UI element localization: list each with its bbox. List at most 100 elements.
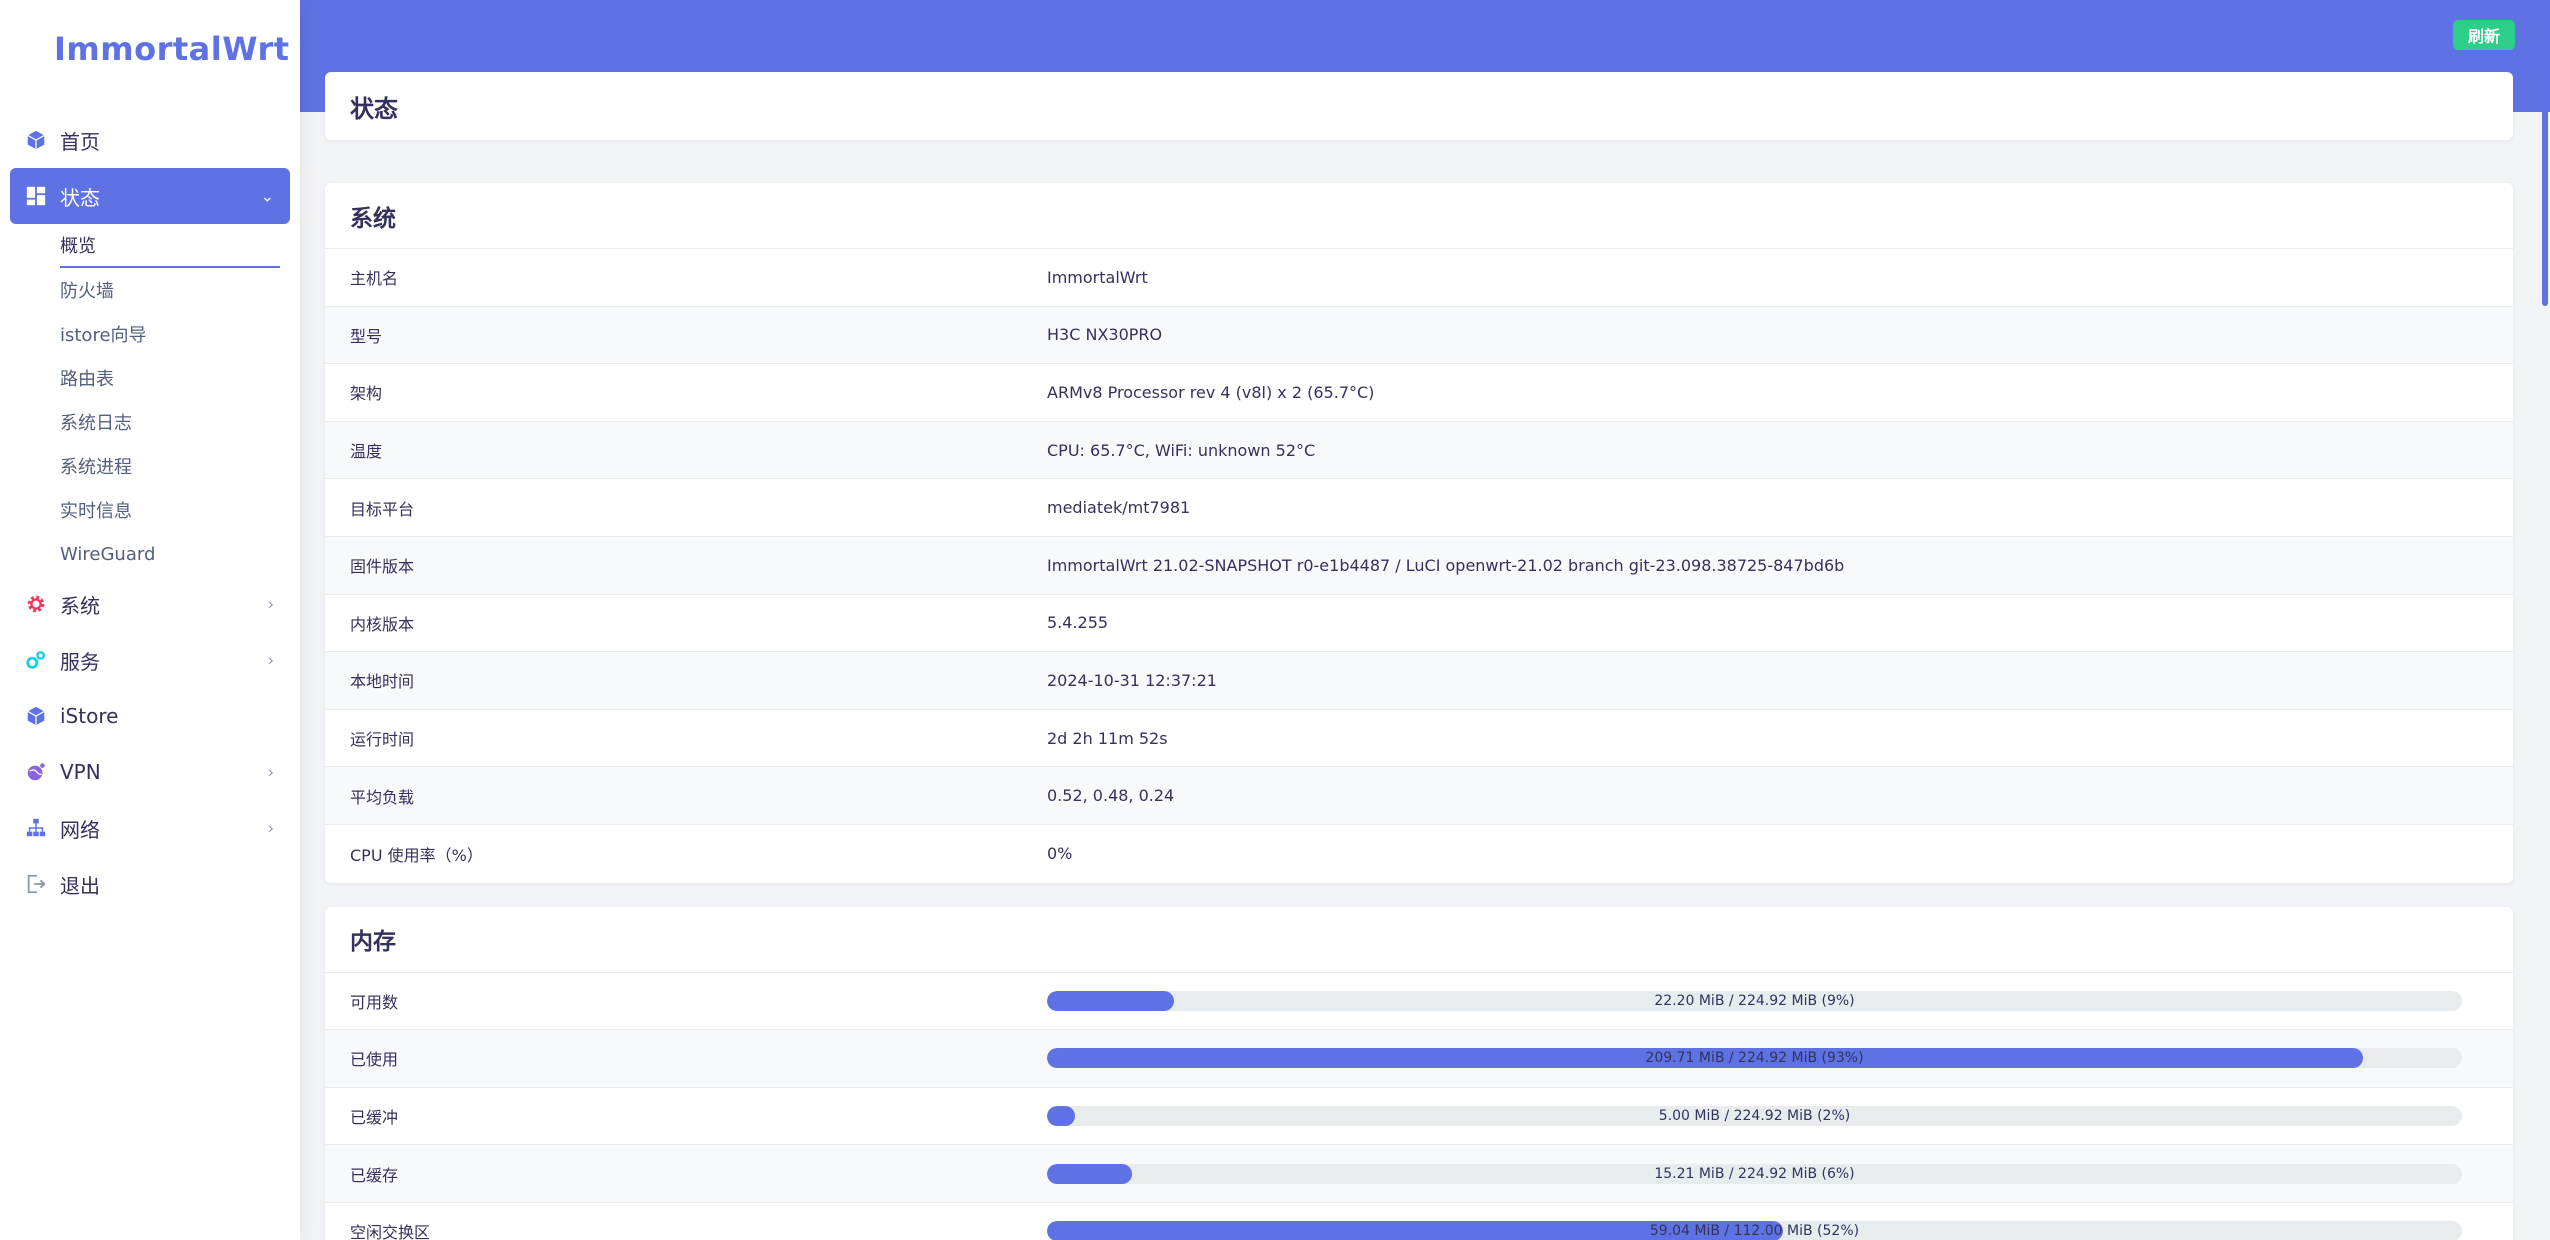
page-title: 状态 [325,72,2513,140]
row-key: 空闲交换区 [350,1223,431,1240]
row-value: mediatek/mt7981 [1047,498,1191,518]
chevron-right-icon: › [267,818,274,838]
row-value: 209.71 MiB / 224.92 MiB (93%) [1047,1048,2513,1069]
progress-text: 209.71 MiB / 224.92 MiB (93%) [1645,1050,1864,1067]
submenu-item-routes[interactable]: 路由表 [60,356,280,400]
row-key: 型号 [350,326,383,346]
status-submenu: 概览 防火墙 istore向导 路由表 系统日志 系统进程 实时信息 WireG… [0,224,300,576]
submenu-item-processes[interactable]: 系统进程 [60,444,280,488]
row-value: 5.00 MiB / 224.92 MiB (2%) [1047,1106,2513,1127]
row-value: H3C NX30PRO [1047,325,1163,345]
nav-item-vpn[interactable]: VPN › [10,744,290,800]
nav-item-label: 系统 [60,593,100,618]
table-row: 本地时间 2024-10-31 12:37:21 [325,652,2513,710]
nav-item-label: 服务 [60,649,100,674]
table-row: 运行时间 2d 2h 11m 52s [325,710,2513,768]
nav-item-label: VPN [60,760,101,784]
row-value: ARMv8 Processor rev 4 (v8l) x 2 (65.7°C) [1047,382,1375,402]
table-row: 平均负载 0.52, 0.48, 0.24 [325,767,2513,825]
nav-item-status[interactable]: 状态 ⌄ [10,168,290,224]
progress-bar: 5.00 MiB / 224.92 MiB (2%) [1047,1106,2462,1127]
submenu-item-realtime[interactable]: 实时信息 [60,488,280,532]
gear-icon [27,595,45,613]
progress-text: 22.20 MiB / 224.92 MiB (9%) [1654,992,1855,1009]
row-value: 2024-10-31 12:37:21 [1047,670,1217,690]
row-key: 内核版本 [350,614,415,634]
table-row: 温度 CPU: 65.7°C, WiFi: unknown 52°C [325,421,2513,480]
progress-text: 15.21 MiB / 224.92 MiB (6%) [1654,1165,1855,1182]
nav-item-istore[interactable]: iStore [10,688,290,744]
table-row: 固件版本 ImmortalWrt 21.02-SNAPSHOT r0-e1b448… [325,536,2513,595]
row-value: 2d 2h 11m 52s [1047,728,1168,748]
row-value: ImmortalWrt 21.02-SNAPSHOT r0-e1b4487 / … [1047,555,1845,575]
row-value: 5.4.255 [1047,613,1109,633]
nav-item-system[interactable]: 系统 › [10,576,290,632]
row-value: 0% [1047,844,1073,864]
row-key: 可用数 [350,992,399,1012]
row-key: 固件版本 [350,557,415,577]
row-key: 目标平台 [350,499,415,519]
row-value: 59.04 MiB / 112.00 MiB (52%) [1047,1221,2513,1240]
row-value: 22.20 MiB / 224.92 MiB (9%) [1047,990,2513,1011]
logout-icon [27,874,46,894]
submenu-item-firewall[interactable]: 防火墙 [60,268,280,312]
main-nav: 首页 状态 ⌄ 概览 防火墙 istore向导 路由表 系统日志 系统进程 实时… [0,112,300,912]
progress-text: 5.00 MiB / 224.92 MiB (2%) [1658,1108,1851,1125]
row-key: 本地时间 [350,672,415,692]
table-row: 已缓冲 5.00 MiB / 224.92 MiB (2%) [325,1088,2513,1146]
globe-icon [27,763,45,781]
progress-bar: 15.21 MiB / 224.92 MiB (6%) [1047,1163,2462,1184]
progress-text: 59.04 MiB / 112.00 MiB (52%) [1649,1223,1860,1240]
gears-icon [26,651,45,669]
table-row: 架构 ARMv8 Processor rev 4 (v8l) x 2 (65.7°… [325,364,2513,422]
submenu-item-wireguard[interactable]: WireGuard [60,532,280,576]
memory-table: 可用数 22.20 MiB / 224.92 MiB (9%) 已使用 209.71… [325,973,2513,1240]
row-key: 已使用 [350,1050,399,1070]
nav-item-network[interactable]: 网络 › [10,800,290,856]
row-key: 平均负载 [350,787,415,807]
row-key: 主机名 [350,269,399,289]
row-value: 15.21 MiB / 224.92 MiB (6%) [1047,1163,2513,1184]
app-logo[interactable]: ImmortalWrt [54,30,290,68]
scrollbar-thumb[interactable] [2542,6,2548,306]
nav-item-home[interactable]: 首页 [10,112,290,168]
table-row: 主机名 ImmortalWrt [325,249,2513,307]
refresh-button[interactable]: 刷新 [2453,20,2515,50]
table-row: 目标平台 mediatek/mt7981 [325,479,2513,537]
dashboard-icon [26,186,46,206]
table-row: 可用数 22.20 MiB / 224.92 MiB (9%) [325,973,2513,1031]
row-value: ImmortalWrt [1047,267,1148,287]
main-content: 状态 系统 主机名 ImmortalWrt 型号 H3C NX30PRO 架构 ARM… [325,72,2513,1240]
table-row: 内核版本 5.4.255 [325,595,2513,653]
progress-bar: 209.71 MiB / 224.92 MiB (93%) [1047,1048,2462,1069]
table-row: 型号 H3C NX30PRO [325,306,2513,365]
table-row: 已缓存 15.21 MiB / 224.92 MiB (6%) [325,1145,2513,1203]
submenu-item-overview[interactable]: 概览 [60,224,280,268]
progress-bar: 22.20 MiB / 224.92 MiB (9%) [1047,990,2462,1011]
submenu-item-istore-wizard[interactable]: istore向导 [60,312,280,356]
progress-bar: 59.04 MiB / 112.00 MiB (52%) [1047,1221,2462,1240]
row-key: 运行时间 [350,730,415,750]
submenu-item-syslog[interactable]: 系统日志 [60,400,280,444]
section-title-system: 系统 [325,183,2513,249]
nav-item-logout[interactable]: 退出 [10,856,290,912]
chevron-right-icon: › [267,594,274,614]
page-scrollbar[interactable] [2540,0,2550,1240]
sitemap-icon [26,818,46,837]
system-table: 主机名 ImmortalWrt 型号 H3C NX30PRO 架构 ARMv8 Pro… [325,249,2513,883]
chevron-right-icon: › [267,762,274,782]
table-row: 空闲交换区 59.04 MiB / 112.00 MiB (52%) [325,1203,2513,1240]
chevron-right-icon: › [267,650,274,670]
row-value: CPU: 65.7°C, WiFi: unknown 52°C [1047,440,1316,460]
nav-item-label: iStore [60,704,119,728]
memory-section: 内存 可用数 22.20 MiB / 224.92 MiB (9%) 已使用 209… [325,906,2513,1240]
sidebar: ImmortalWrt 首页 状态 ⌄ 概览 防火墙 istore向导 路由表 … [0,0,300,1240]
row-value: 0.52, 0.48, 0.24 [1047,786,1175,806]
row-key: CPU 使用率（%） [350,845,483,865]
chevron-down-icon: ⌄ [260,186,274,206]
nav-item-services[interactable]: 服务 › [10,632,290,688]
row-key: 架构 [350,384,383,404]
row-key: 已缓冲 [350,1108,399,1128]
cube-icon [27,706,45,726]
section-title-memory: 内存 [325,907,2513,973]
